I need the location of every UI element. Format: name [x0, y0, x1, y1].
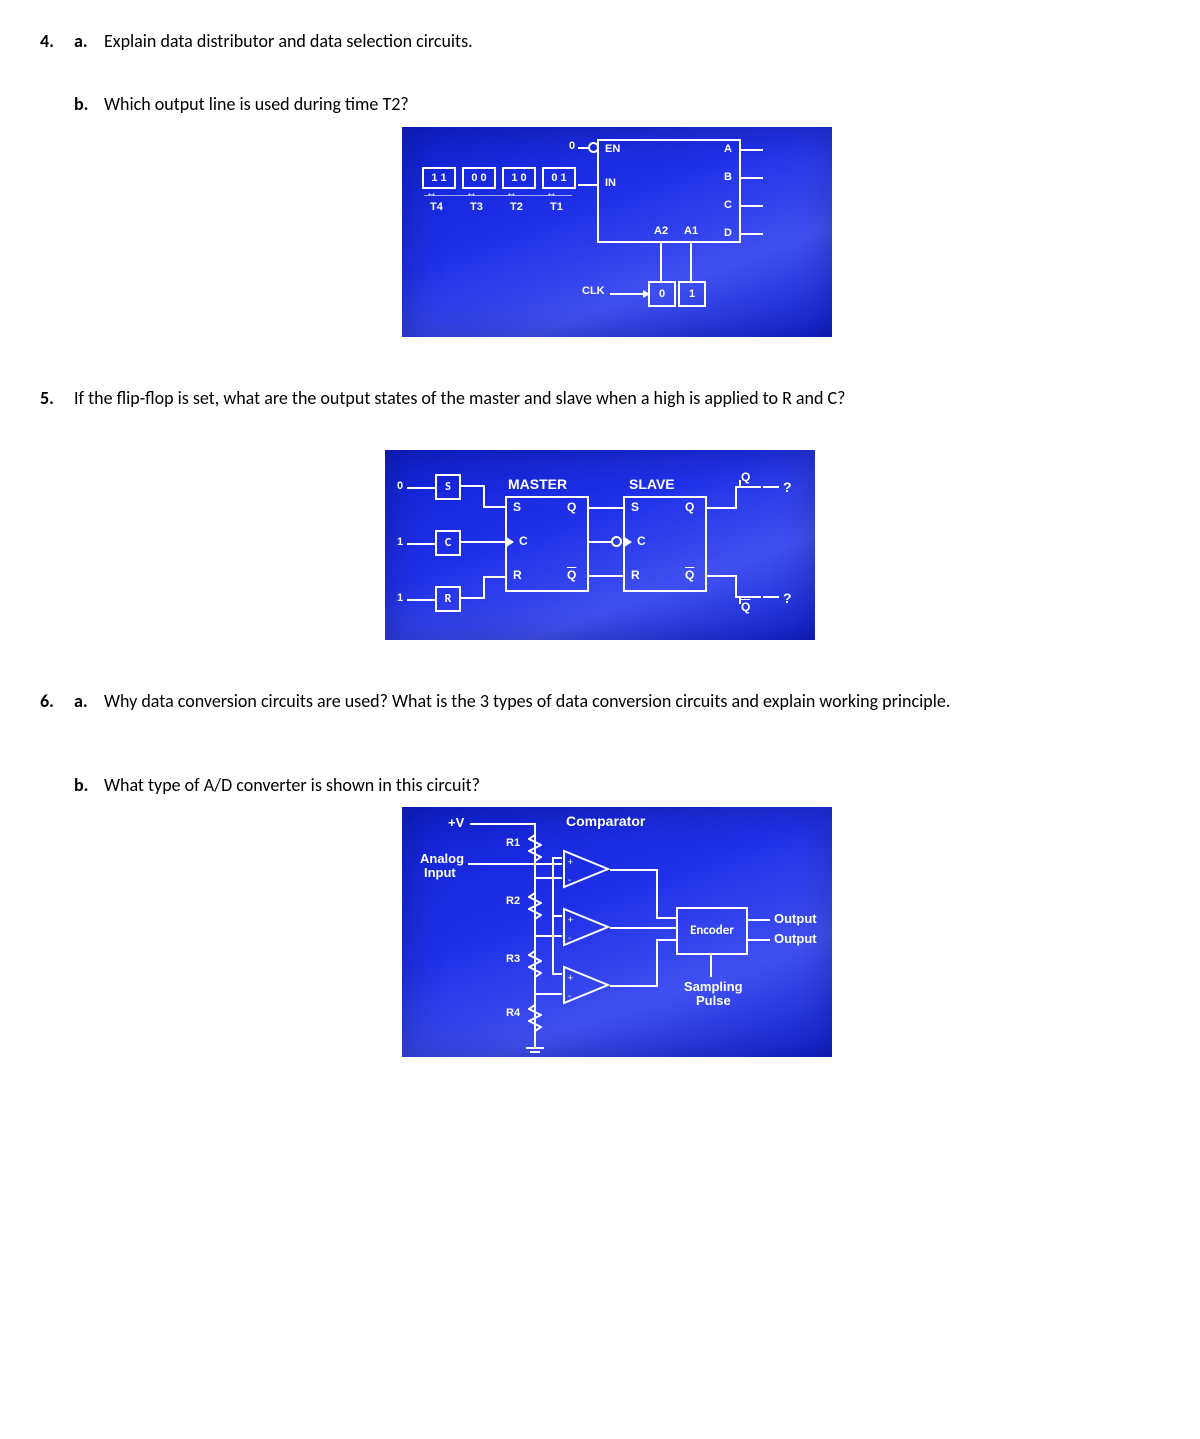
t3-val: 0 0 — [471, 172, 486, 184]
demux-diagram: EN 0 IN 1 1 0 0 1 0 0 1 ↔ ↔ ↔ ↔ T4 T3 — [402, 127, 832, 337]
en-label: EN — [605, 143, 620, 155]
q4b-text: Which output line is used during time T2… — [104, 93, 1160, 116]
ctr-1: 1 — [689, 288, 695, 300]
out-c: C — [724, 199, 732, 211]
master-label: MASTER — [508, 476, 567, 492]
r1-label: R1 — [506, 837, 520, 849]
slave-c: C — [637, 534, 646, 548]
r4-label: R4 — [506, 1007, 520, 1019]
svg-text:+: + — [568, 971, 573, 984]
in-r-val: 1 — [397, 592, 403, 604]
slave-qbar: Q — [685, 568, 694, 582]
output-label-2: Output — [774, 931, 817, 946]
master-qbar: Q — [567, 568, 576, 582]
comparator-icon: +- — [562, 907, 612, 952]
encoder-label: Encoder — [690, 923, 734, 938]
q6-number: 6. — [40, 690, 62, 713]
clock-triangle-icon — [505, 536, 514, 548]
svg-text:-: - — [568, 931, 571, 944]
in-s-lbl: S — [445, 480, 451, 494]
q4a-label: a. — [74, 30, 92, 53]
comparator-icon: +- — [562, 849, 612, 894]
out-b: B — [724, 171, 732, 183]
t4-label: T4 — [430, 201, 443, 213]
t1-val: 0 1 — [551, 172, 566, 184]
svg-text:-: - — [568, 873, 571, 886]
out-q-label: Q — [741, 470, 750, 484]
encoder-box: Encoder — [676, 907, 748, 955]
t2-val: 1 0 — [511, 172, 526, 184]
q5-text: If the flip-flop is set, what are the ou… — [74, 387, 1160, 410]
t3-label: T3 — [470, 201, 483, 213]
in-c-lbl: C — [445, 536, 451, 550]
r2-label: R2 — [506, 895, 520, 907]
q6b-label: b. — [74, 774, 92, 797]
out-qbar-question: ? — [783, 590, 792, 606]
resistor-icon — [528, 831, 542, 867]
q6a-text: Why data conversion circuits are used? W… — [104, 690, 1160, 713]
master-c: C — [519, 534, 528, 548]
out-qbar-label: Q — [741, 600, 750, 614]
out-a: A — [724, 143, 732, 155]
slave-s: S — [631, 500, 639, 514]
a1-label: A1 — [684, 225, 698, 237]
clock-triangle-icon — [623, 536, 632, 548]
sampling-label: Sampling — [684, 979, 743, 994]
en-bubble — [588, 142, 599, 153]
in-label: IN — [605, 177, 616, 189]
slave-label: SLAVE — [629, 476, 675, 492]
in-s-val: 0 — [397, 480, 403, 492]
q5-row: 5. If the flip-flop is set, what are the… — [40, 387, 1160, 410]
svg-text:-: - — [568, 989, 571, 1002]
q6a-label: a. — [74, 690, 92, 713]
t1-label: T1 — [550, 201, 563, 213]
resistor-icon — [528, 889, 542, 925]
analog-label: Analog — [420, 851, 464, 866]
master-q: Q — [567, 500, 576, 514]
q6b-block: b. What type of A/D converter is shown i… — [74, 774, 1160, 1057]
comparator-label: Comparator — [566, 813, 645, 829]
flipflop-diagram: 0 1 1 S C R MASTER S Q C R Q — [385, 450, 815, 640]
r3-label: R3 — [506, 953, 520, 965]
in-r-lbl: R — [445, 592, 452, 606]
q6b-text: What type of A/D converter is shown in t… — [104, 774, 1160, 797]
t2-label: T2 — [510, 201, 523, 213]
ctr-0: 0 — [659, 288, 665, 300]
question-5: 5. If the flip-flop is set, what are the… — [40, 387, 1160, 640]
zero-label: 0 — [569, 140, 575, 152]
master-s: S — [513, 500, 521, 514]
comparator-icon: +- — [562, 965, 612, 1010]
slave-r: R — [631, 568, 640, 582]
question-6: 6. a. Why data conversion circuits are u… — [40, 690, 1160, 1057]
q4b-block: b. Which output line is used during time… — [74, 93, 1160, 336]
output-label-1: Output — [774, 911, 817, 926]
q5-number: 5. — [40, 387, 62, 410]
input-label: Input — [424, 865, 456, 880]
question-4: 4. a. Explain data distributor and data … — [40, 30, 1160, 337]
q6a-row: 6. a. Why data conversion circuits are u… — [40, 690, 1160, 713]
plus-v-label: +V — [448, 815, 464, 830]
adc-diagram: +V Analog Input Comparator R1 R2 — [402, 807, 832, 1057]
pulse-label: Pulse — [696, 993, 731, 1008]
inverter-bubble-icon — [611, 536, 622, 547]
a2-label: A2 — [654, 225, 668, 237]
clk-label: CLK — [582, 285, 605, 297]
resistor-icon — [528, 947, 542, 983]
out-q-question: ? — [783, 479, 792, 495]
svg-text:+: + — [568, 913, 573, 926]
t4-val: 1 1 — [431, 172, 446, 184]
in-c-val: 1 — [397, 536, 403, 548]
q4a-text: Explain data distributor and data select… — [104, 30, 1160, 53]
out-d: D — [724, 227, 732, 239]
slave-q: Q — [685, 500, 694, 514]
q4-number: 4. — [40, 30, 62, 53]
resistor-icon — [528, 1001, 542, 1037]
q4a-row: 4. a. Explain data distributor and data … — [40, 30, 1160, 53]
svg-text:+: + — [568, 855, 573, 868]
master-r: R — [513, 568, 522, 582]
q4b-label: b. — [74, 93, 92, 116]
